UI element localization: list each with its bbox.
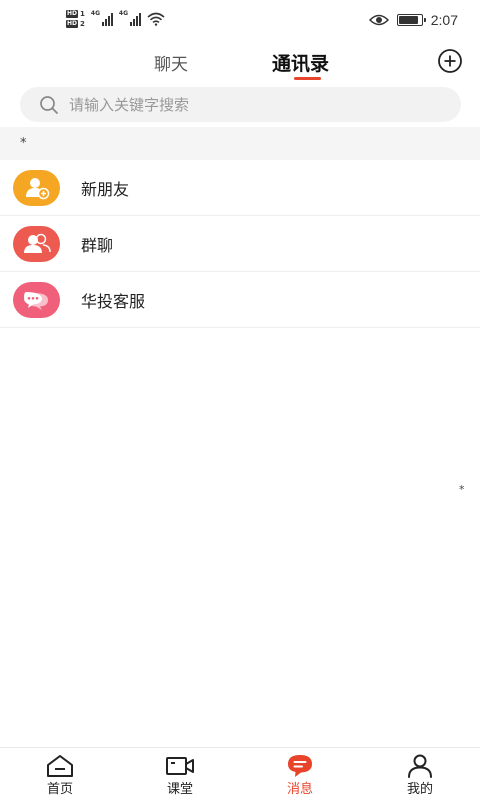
plus-circle-icon[interactable] (437, 48, 463, 74)
search-input[interactable] (69, 95, 429, 114)
nav-item-label: 课堂 (166, 782, 193, 797)
tab-contacts[interactable]: 通讯录 (272, 49, 329, 76)
battery-level (398, 16, 418, 24)
eye-icon (368, 14, 389, 26)
sim2-badge: HD (66, 20, 79, 28)
nav-item-messages[interactable]: 消息 (240, 748, 360, 800)
status-right: 2:07 (368, 12, 458, 28)
wifi-icon (147, 12, 165, 26)
tab-chat[interactable]: 聊天 (154, 50, 188, 75)
section-index-header: * (0, 127, 480, 160)
signal-icon: 4G (118, 10, 141, 27)
message-icon (288, 755, 312, 777)
nav-item-home[interactable]: 首页 (0, 748, 120, 800)
battery-icon (396, 14, 426, 26)
signal-icon: 4G (90, 10, 113, 27)
bottom-nav: 首页 课堂 消息 我的 (0, 747, 480, 800)
search-bar[interactable] (20, 87, 461, 122)
list-item-label: 群聊 (81, 235, 114, 255)
nav-item-profile[interactable]: 我的 (360, 748, 480, 800)
contact-list: 新朋友 群聊 华投客服 (0, 160, 480, 328)
section-index-label: * (20, 136, 27, 151)
network-type-2: 4G (118, 10, 128, 17)
top-tab-bar: 聊天 通讯录 (0, 44, 480, 84)
nav-item-classroom[interactable]: 课堂 (120, 748, 240, 800)
sim1-badge: HD (66, 10, 79, 18)
home-icon (47, 755, 73, 777)
nav-item-label: 我的 (406, 782, 433, 797)
video-icon (166, 757, 194, 775)
status-bar: HD 1 HD 2 4G 4G 2:07 (0, 0, 480, 44)
status-left: HD 1 HD 2 4G 4G (66, 10, 165, 28)
list-item-label: 新朋友 (81, 179, 130, 199)
chat-bubble-icon (13, 282, 60, 318)
profile-icon (408, 754, 432, 778)
nav-item-label: 首页 (46, 782, 73, 797)
sim2-number: 2 (80, 20, 85, 28)
network-type-1: 4G (90, 10, 100, 17)
group-icon (13, 226, 60, 262)
status-time: 2:07 (430, 12, 458, 28)
nav-item-label: 消息 (286, 782, 313, 797)
list-item-group-chat[interactable]: 群聊 (0, 216, 480, 272)
add-friend-icon (13, 170, 60, 206)
sim1-number: 1 (80, 10, 85, 18)
list-item-customer-service[interactable]: 华投客服 (0, 272, 480, 328)
list-item-label: 华投客服 (81, 291, 146, 311)
active-tab-indicator (294, 77, 321, 80)
search-icon (40, 95, 58, 114)
list-item-new-friends[interactable]: 新朋友 (0, 160, 480, 216)
side-index-bar[interactable]: * (459, 483, 465, 496)
hd-icon: HD 1 HD 2 (66, 10, 85, 28)
